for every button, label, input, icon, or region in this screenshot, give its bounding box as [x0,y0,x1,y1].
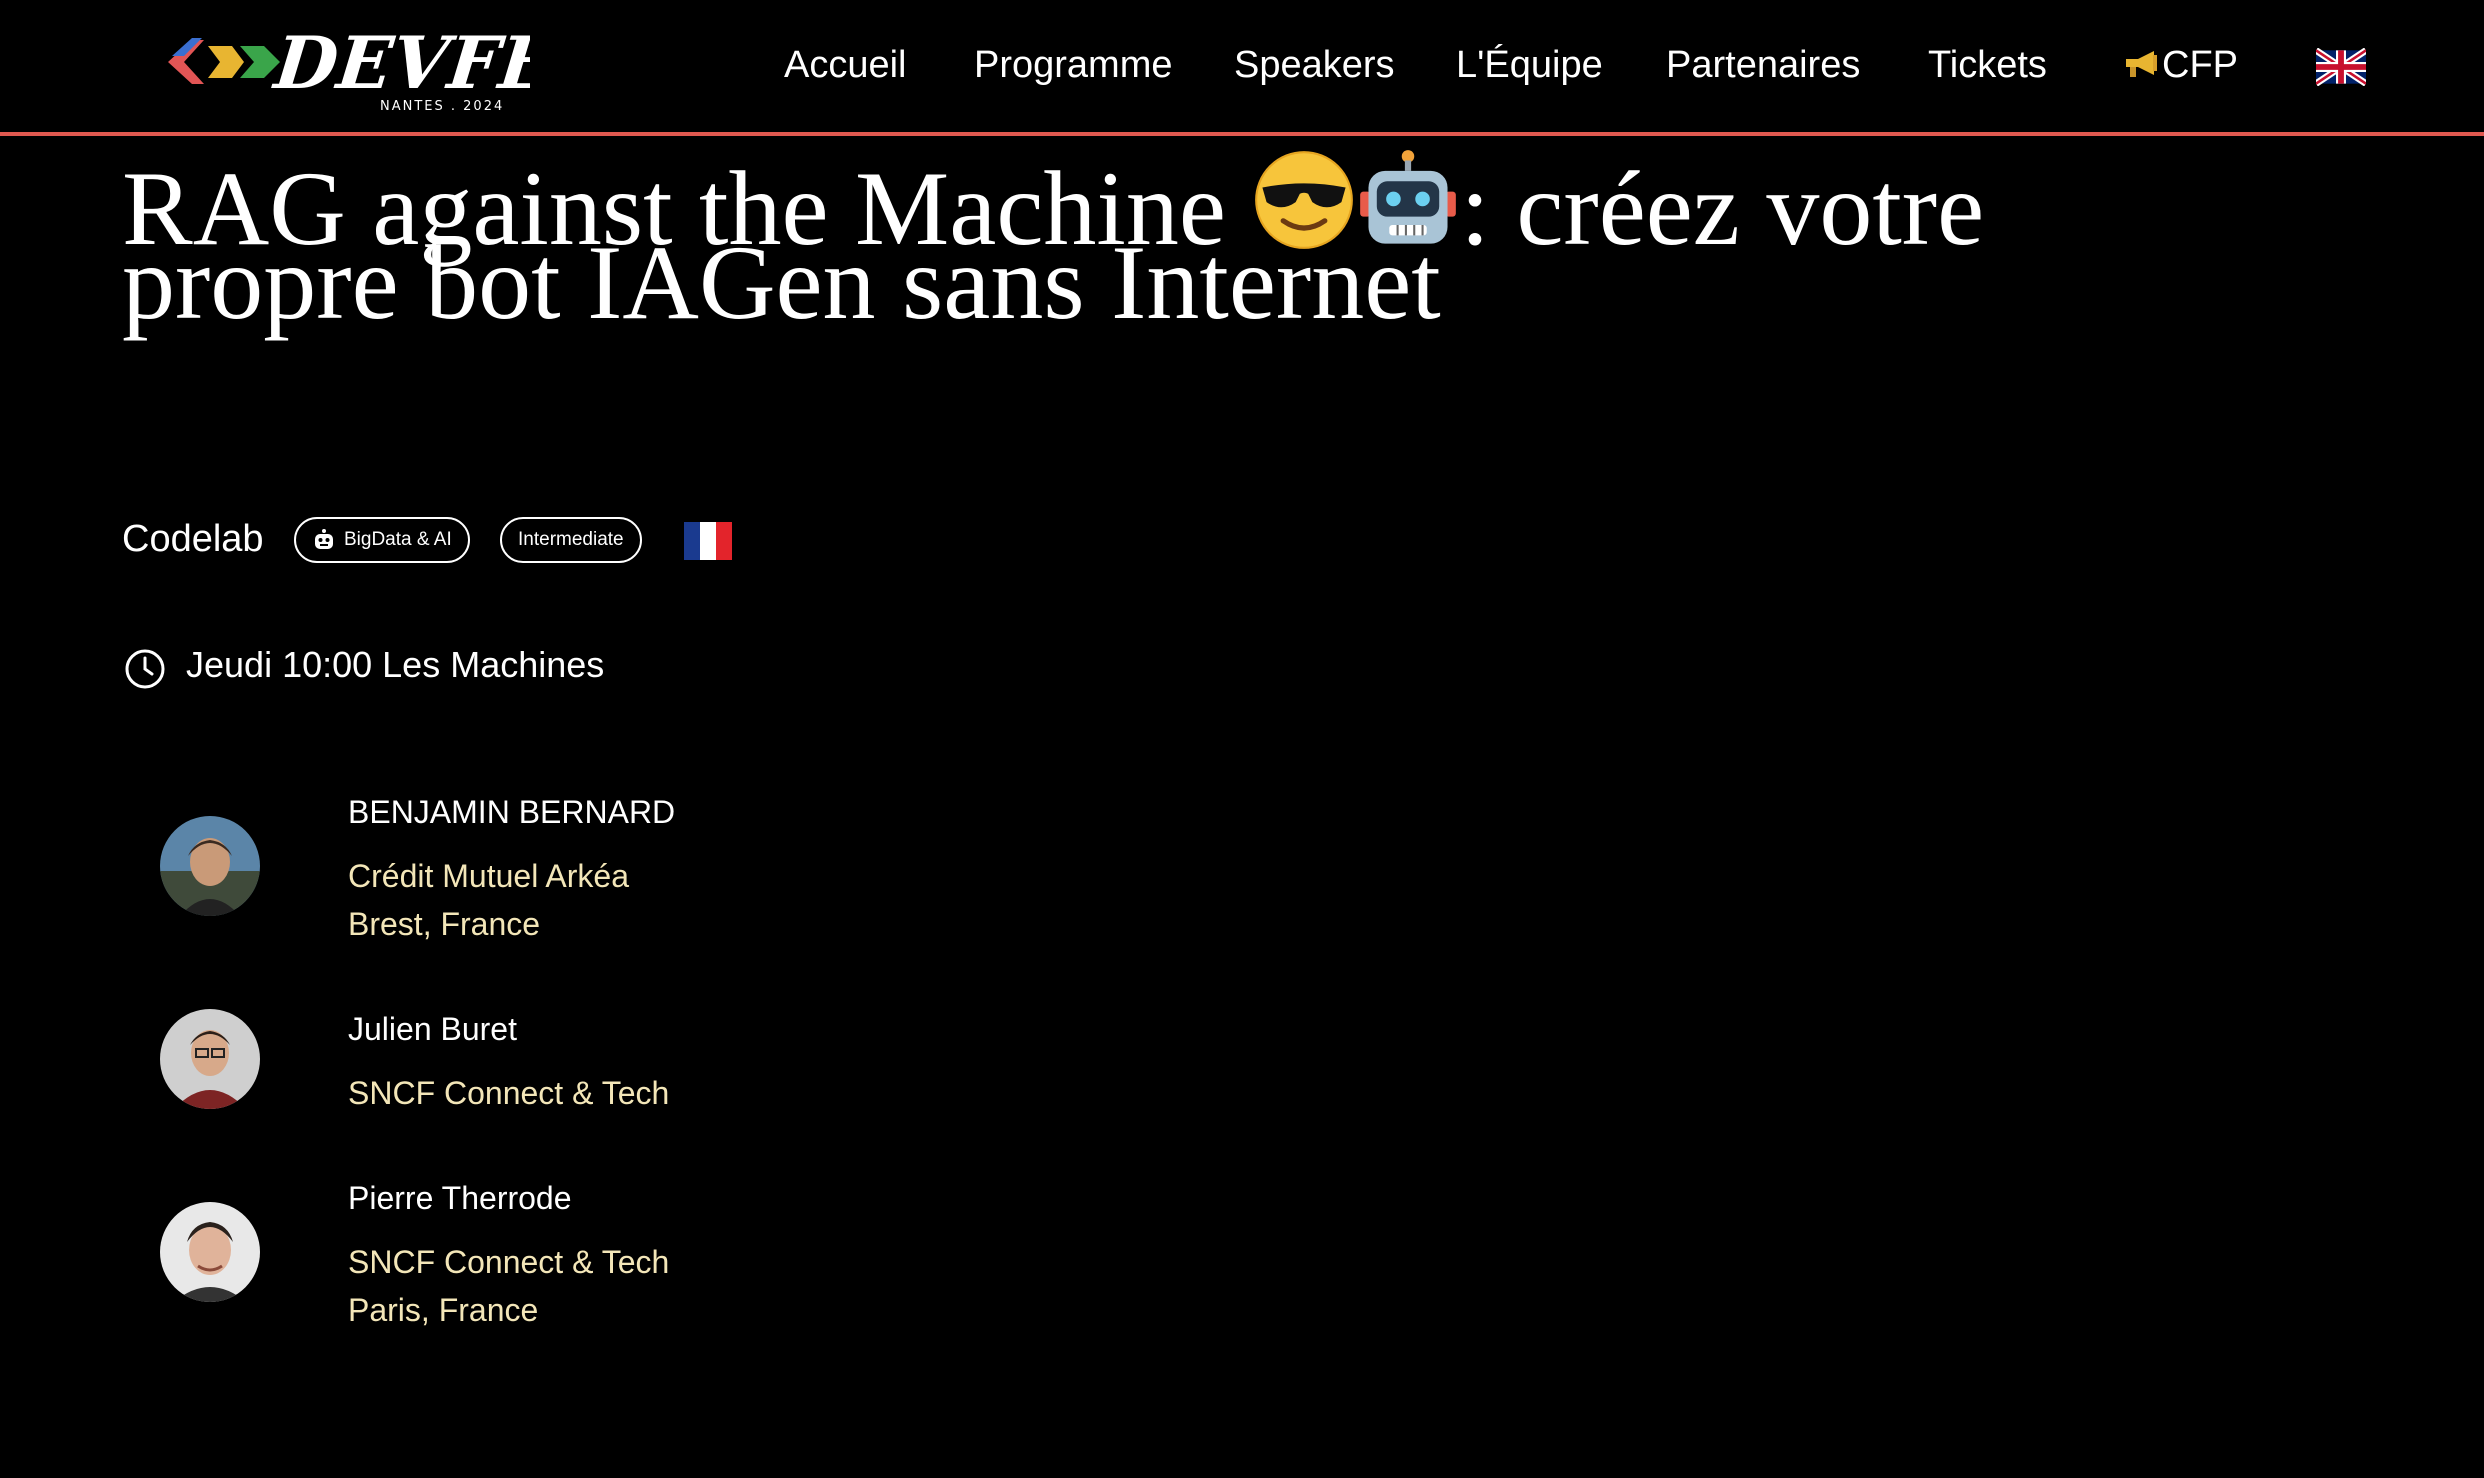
speaker-avatar[interactable] [160,1202,260,1302]
speaker-name[interactable]: Pierre Therrode [348,1176,572,1220]
speaker-avatar[interactable] [160,1009,260,1109]
talk-title-line2: propre bot IAGen sans Internet [122,224,1441,341]
uk-flag-icon[interactable] [2316,48,2366,86]
site-header: DEVFEST NANTES . 2024 Accueil Programme … [0,0,2484,136]
french-flag-icon [684,522,732,560]
nav-tickets[interactable]: Tickets [1928,40,2047,90]
robot-icon [315,529,333,549]
talk-title-line1-end: : créez votre [1460,150,1985,267]
nav-partenaires[interactable]: Partenaires [1666,40,1860,90]
speaker-location: Brest, France [348,906,541,942]
level-label: Intermediate [518,529,624,550]
category-label: BigData & AI [344,529,452,550]
nav-equipe[interactable]: L'Équipe [1456,40,1603,90]
speaker-company: Crédit Mutuel Arkéa [348,858,630,894]
nav-accueil[interactable]: Accueil [784,40,907,90]
speaker-location: Paris, France [348,1292,539,1328]
main-nav: Accueil Programme Speakers L'Équipe Part… [0,0,2484,130]
speaker-name[interactable]: Julien Buret [348,1007,517,1051]
nav-speakers[interactable]: Speakers [1234,40,1395,90]
talk-format: Codelab [122,518,264,560]
level-badge[interactable]: Intermediate [500,517,642,563]
category-badge[interactable]: BigData & AI [294,517,470,563]
speaker-company: SNCF Connect & Tech [348,1075,670,1111]
nav-cfp[interactable]: CFP [2122,40,2238,90]
nav-cfp-label: CFP [2162,44,2238,86]
clock-icon [125,649,165,689]
speaker-avatar[interactable] [160,816,260,916]
talk-title: RAG against the Machine : créez votre pr… [122,148,2372,341]
speaker-name[interactable]: BENJAMIN BERNARD [348,790,675,834]
megaphone-icon [2126,51,2157,77]
speaker-company: SNCF Connect & Tech [348,1244,670,1280]
nav-programme[interactable]: Programme [974,40,1173,90]
session-schedule: Jeudi 10:00 Les Machines [186,644,605,685]
